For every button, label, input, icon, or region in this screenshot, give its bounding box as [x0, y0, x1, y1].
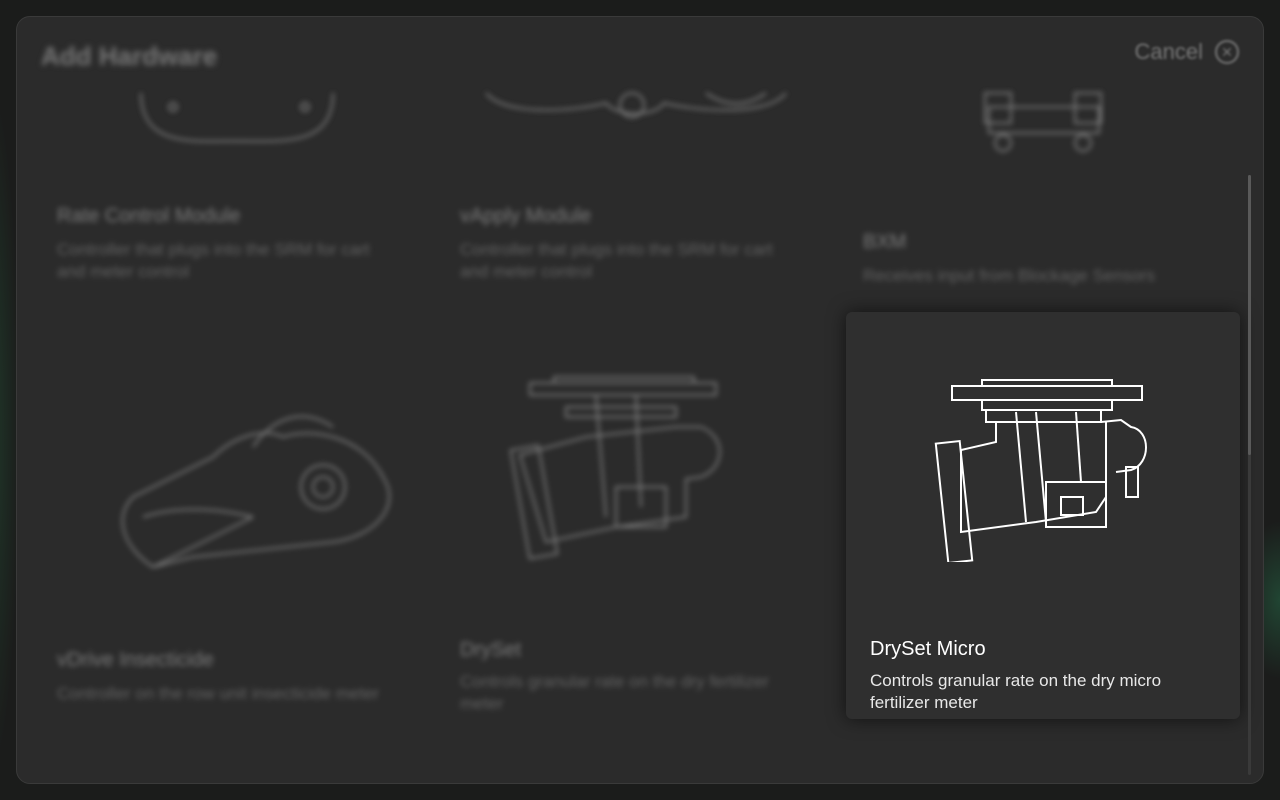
hardware-description: Controller that plugs into the SRM for c… — [460, 240, 773, 281]
scrollbar-thumb[interactable] — [1248, 175, 1251, 455]
dialog-title: Add Hardware — [41, 41, 218, 71]
hardware-description: Receives input from Blockage Sensors — [863, 266, 1155, 285]
hardware-description: Controls granular rate on the dry fertil… — [460, 672, 769, 713]
dryset-micro-icon — [934, 379, 1147, 562]
hardware-description: Controller on the row unit insecticide m… — [57, 684, 380, 703]
hardware-card-vapply-module[interactable]: vApply Module Controller that plugs into… — [436, 77, 830, 297]
hardware-description: Controls granular rate on the dry micro … — [870, 671, 1162, 712]
hardware-name: DrySet Micro — [870, 638, 986, 660]
hardware-name: vApply Module — [460, 205, 592, 227]
bxm-icon — [984, 92, 1102, 152]
add-hardware-dialog: Add Hardware Cancel ✕ Rate Control Modul… — [16, 16, 1264, 784]
close-circle-icon: ✕ — [1215, 40, 1239, 64]
hardware-card-dryset-micro[interactable]: DrySet Micro Controls granular rate on t… — [846, 312, 1240, 719]
hardware-description: Controller that plugs into the SRM for c… — [57, 240, 370, 281]
vdrive-insecticide-icon — [121, 415, 391, 569]
hardware-name: DrySet — [460, 639, 522, 661]
hardware-name: BXM — [863, 231, 907, 253]
cancel-button[interactable]: Cancel ✕ — [1135, 39, 1239, 65]
hardware-card-rate-control-module[interactable]: Rate Control Module Controller that plug… — [33, 77, 427, 297]
cancel-label: Cancel — [1134, 39, 1203, 64]
hardware-card-vdrive-insecticide[interactable]: vDrive Insecticide Controller on the row… — [33, 327, 427, 727]
rate-control-module-icon — [140, 92, 334, 143]
hardware-name: Rate Control Module — [57, 205, 241, 227]
scrollbar[interactable] — [1248, 175, 1251, 775]
hardware-card-dryset[interactable]: DrySet Controls granular rate on the dry… — [436, 327, 830, 727]
hardware-name: vDrive Insecticide — [57, 649, 214, 671]
hardware-card-bxm[interactable]: BXM Receives input from Blockage Sensors — [839, 77, 1233, 297]
vapply-module-icon — [485, 92, 787, 118]
dryset-icon — [509, 376, 721, 560]
